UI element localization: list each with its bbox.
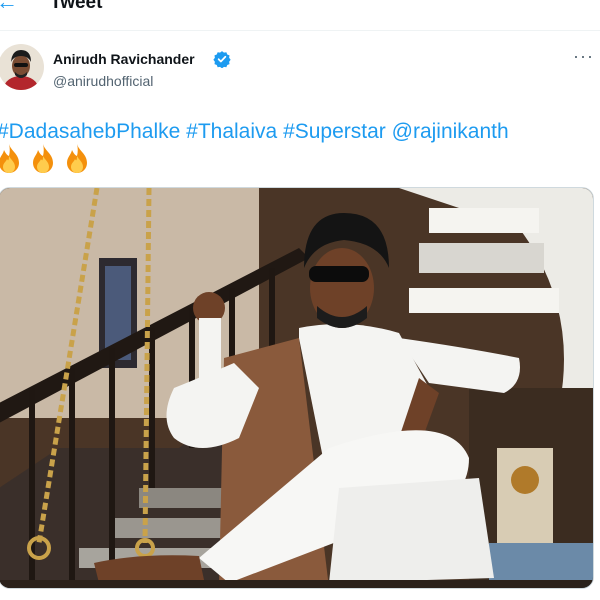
fire-icon bbox=[67, 144, 87, 173]
hashtag-link[interactable]: #Superstar bbox=[283, 120, 386, 143]
verified-badge-icon bbox=[213, 51, 231, 68]
author-handle[interactable]: @anirudhofficial bbox=[53, 73, 153, 89]
top-bar: ← Tweet bbox=[0, 0, 600, 31]
mention-link[interactable]: @rajinikanth bbox=[392, 120, 509, 143]
hashtag-link[interactable]: #DadasahebPhalke bbox=[0, 120, 180, 143]
fire-icon bbox=[0, 144, 19, 173]
fire-icon bbox=[33, 144, 53, 173]
photo-illustration bbox=[0, 188, 593, 588]
tweet-text: #DadasahebPhalke #Thalaiva #Superstar @r… bbox=[0, 118, 600, 146]
hashtag-link[interactable]: #Thalaiva bbox=[186, 120, 277, 143]
emoji-row bbox=[0, 143, 92, 175]
arrow-left-icon[interactable]: ← bbox=[0, 0, 18, 13]
more-options-icon[interactable]: ··· bbox=[573, 47, 594, 65]
tweet-photo[interactable] bbox=[0, 187, 594, 589]
page-title: Tweet bbox=[50, 0, 103, 13]
author-name[interactable]: Anirudh Ravichander bbox=[53, 51, 195, 67]
avatar[interactable] bbox=[0, 44, 44, 90]
